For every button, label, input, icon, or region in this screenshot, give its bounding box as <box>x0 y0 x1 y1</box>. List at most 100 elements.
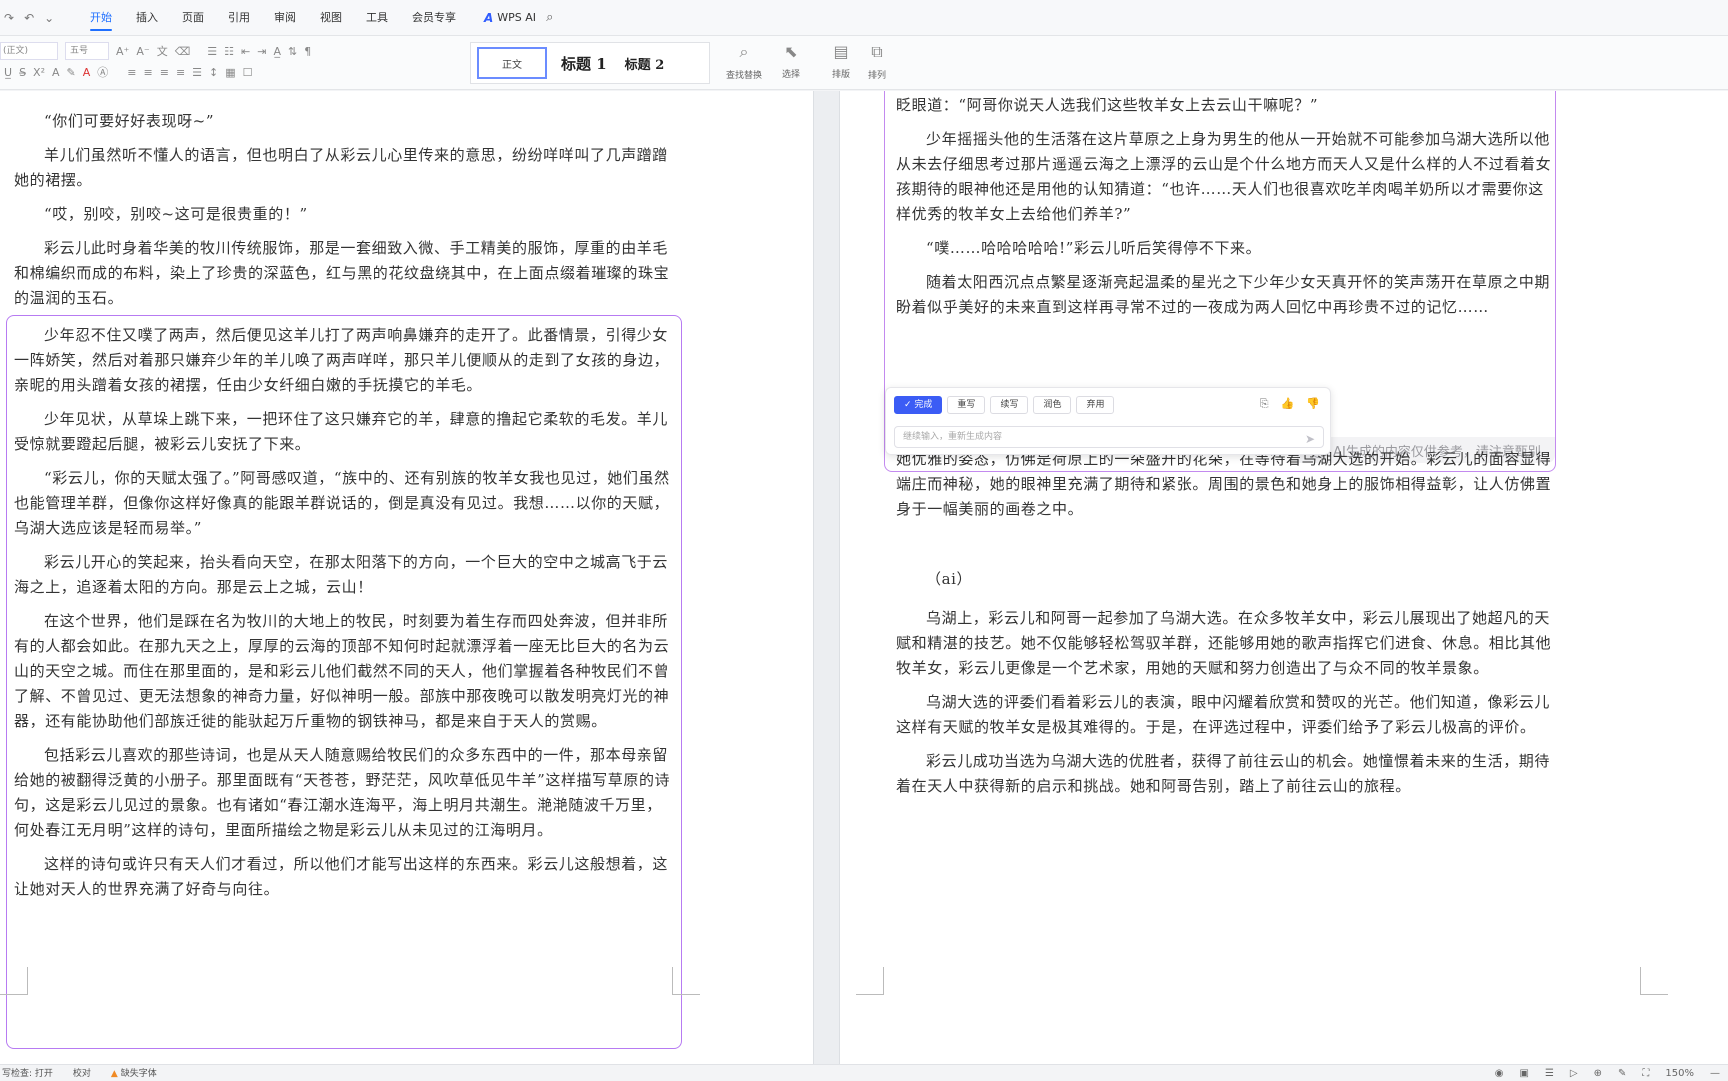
tab-view[interactable]: 视图 <box>308 0 354 36</box>
ai-action-panel: ✓ 完成 重写 续写 润色 弃用 ⎘ 👍 👎 继续输入，重新生成内容 ➤ <box>885 387 1331 455</box>
arrange-button[interactable]: ⧉ 排列 <box>868 42 886 81</box>
line-spacing-icon[interactable]: ↕ <box>209 66 218 79</box>
chevron-down-icon[interactable]: ⌄ <box>44 11 54 25</box>
proofread-button[interactable]: 校对 <box>73 1066 91 1079</box>
search-icon[interactable]: ⌕ <box>546 10 553 25</box>
tab-home[interactable]: 开始 <box>78 0 124 36</box>
web-view-icon[interactable]: ⊕ <box>1594 1068 1602 1079</box>
layout-label: 排版 <box>832 70 851 80</box>
page-corner-mark <box>1640 967 1668 995</box>
zoom-level[interactable]: 150% <box>1665 1068 1694 1079</box>
paragraph: 眨眼道：“阿哥你说天人选我们这些牧羊女上去云山干嘛呢？” <box>896 96 1319 114</box>
play-icon[interactable]: ▷ <box>1570 1068 1578 1079</box>
ai-feedback-icons: ⎘ 👍 👎 <box>1260 397 1320 411</box>
ai-polish-button[interactable]: 润色 <box>1033 396 1072 414</box>
increase-indent-icon[interactable]: ⇥ <box>257 45 266 58</box>
grow-font-icon[interactable]: A⁺ <box>116 45 129 58</box>
phonetic-icon[interactable]: 文 <box>157 43 168 59</box>
ai-discard-button[interactable]: 弃用 <box>1076 396 1115 414</box>
missing-font-label: 缺失字体 <box>120 1069 157 1079</box>
layout-button[interactable]: ▤ 排版 <box>832 42 850 80</box>
tab-tools[interactable]: 工具 <box>354 0 400 36</box>
style-normal[interactable]: 正文 <box>477 47 547 79</box>
font-size-select[interactable]: 五号 <box>65 42 109 60</box>
strikethrough-icon[interactable]: S̶ <box>19 66 26 79</box>
status-bar: 写检查: 打开 校对 ▲ 缺失字体 ◉ ▣ ☰ ▷ ⊕ ✎ ⛶ 150% — <box>0 1064 1728 1080</box>
align-left-icon[interactable]: ≡ <box>127 66 136 79</box>
page-corner-mark <box>672 967 700 995</box>
ai-prompt-input[interactable]: 继续输入，重新生成内容 ➤ <box>894 426 1324 448</box>
font-row: (正文) 五号 A⁺ A⁻ 文 ⌫ ☰ ☷ ⇤ ⇥ A̲ ⇅ ¶ <box>0 42 311 60</box>
copy-icon[interactable]: ⎘ <box>1260 397 1269 411</box>
distributed-icon[interactable]: ☰ <box>192 66 202 79</box>
tab-member[interactable]: 会员专享 <box>400 0 468 36</box>
status-left: 写检查: 打开 校对 ▲ 缺失字体 <box>0 1066 157 1079</box>
paragraph: 乌湖大选的评委们看着彩云儿的表演，眼中闪耀着欣赏和赞叹的光芒。他们知道，像彩云儿… <box>896 693 1551 736</box>
chinese-layout-icon[interactable]: A̲ <box>273 45 281 58</box>
zoom-out-icon[interactable]: — <box>1710 1068 1720 1079</box>
menu-bar: ↷ ↶ ⌄ 开始 插入 页面 引用 审阅 视图 工具 会员专享 A WPS AI… <box>0 0 1728 36</box>
border-icon[interactable]: ☐ <box>243 66 253 79</box>
thumbs-down-icon[interactable]: 👎 <box>1306 397 1320 411</box>
justify-icon[interactable]: ≡ <box>176 66 185 79</box>
paragraph: 彩云儿开心的笑起来，抬头看向天空，在那太阳落下的方向，一个巨大的空中之城高飞于云… <box>14 553 669 596</box>
tab-review[interactable]: 审阅 <box>262 0 308 36</box>
numbered-list-icon[interactable]: ☷ <box>224 45 234 58</box>
send-icon[interactable]: ➤ <box>1305 429 1315 449</box>
missing-font-indicator[interactable]: ▲ 缺失字体 <box>111 1066 157 1079</box>
underline-icon[interactable]: U̲ <box>4 66 12 79</box>
align-center-icon[interactable]: ≡ <box>144 66 153 79</box>
superscript-icon[interactable]: X² <box>33 66 45 79</box>
outline-view-icon[interactable]: ☰ <box>1545 1068 1554 1079</box>
style-heading-1[interactable]: 标题 1 <box>553 53 615 74</box>
select-button[interactable]: ⬉ 选择 <box>782 42 800 80</box>
ai-continue-button[interactable]: 续写 <box>990 396 1029 414</box>
status-right: ◉ ▣ ☰ ▷ ⊕ ✎ ⛶ 150% — <box>1495 1065 1720 1081</box>
format-row: U̲ S̶ X² A ✎ A Ⓐ ≡ ≡ ≡ ≡ ☰ ↕ ▦ ☐ <box>4 64 253 80</box>
pen-icon[interactable]: ✎ <box>1618 1068 1626 1079</box>
paragraph: 少年摇摇头他的生活落在这片草原之上身为男生的他从一开始就不可能参加乌湖大选所以他… <box>896 130 1552 223</box>
page-gap <box>813 91 840 1064</box>
tab-references[interactable]: 引用 <box>216 0 262 36</box>
thumbs-up-icon[interactable]: 👍 <box>1281 397 1295 411</box>
paragraph: 彩云儿此时身着华美的牧川传统服饰，那是一套细致入微、手工精美的服饰，厚重的由羊毛… <box>14 239 670 307</box>
page-view-icon[interactable]: ▣ <box>1520 1068 1529 1079</box>
right-page-text: 她优雅的姿态，仿佛是荷原上的一朵盛开的花朵，在等待着乌湖大选的开始。彩云儿的面容… <box>896 447 1552 531</box>
find-icon: ⌕ <box>739 42 749 61</box>
find-replace-button[interactable]: ⌕ 查找替换 <box>726 42 762 81</box>
ai-prompt-placeholder: 继续输入，重新生成内容 <box>903 432 1003 442</box>
undo-icon[interactable]: ↶ <box>24 11 34 25</box>
tab-page[interactable]: 页面 <box>170 0 216 36</box>
highlight-icon[interactable]: ✎ <box>67 66 76 79</box>
redo-icon[interactable]: ↷ <box>4 11 14 25</box>
bullet-list-icon[interactable]: ☰ <box>207 45 217 58</box>
spellcheck-status[interactable]: 写检查: 打开 <box>2 1066 53 1079</box>
wps-ai-button[interactable]: A WPS AI <box>468 11 546 25</box>
font-color-icon[interactable]: A <box>83 66 91 79</box>
ai-frame-text: 少年忍不住又噗了两声，然后便见这羊儿打了两声响鼻嫌弃的走开了。此番情景，引得少女… <box>14 323 674 911</box>
shading-icon[interactable]: ▦ <box>225 66 235 79</box>
tab-insert[interactable]: 插入 <box>124 0 170 36</box>
fit-icon[interactable]: ⛶ <box>1642 1068 1649 1079</box>
align-right-icon[interactable]: ≡ <box>160 66 169 79</box>
sort-icon[interactable]: ⇅ <box>288 45 297 58</box>
font-name-select[interactable]: (正文) <box>0 42 58 60</box>
find-replace-label: 查找替换 <box>726 71 763 81</box>
char-border-icon[interactable]: Ⓐ <box>97 64 108 80</box>
eye-icon[interactable]: ◉ <box>1495 1068 1504 1079</box>
paragraph: 少年忍不住又噗了两声，然后便见这羊儿打了两声响鼻嫌弃的走开了。此番情景，引得少女… <box>14 326 670 394</box>
wps-ai-label: WPS AI <box>497 11 537 24</box>
ribbon: (正文) 五号 A⁺ A⁻ 文 ⌫ ☰ ☷ ⇤ ⇥ A̲ ⇅ ¶ U̲ S̶ X… <box>0 36 1728 90</box>
paragraph: 随着太阳西沉点点繁星逐渐亮起温柔的星光之下少年少女天真开怀的笑声荡开在草原之中期… <box>896 273 1551 316</box>
text-effect-icon[interactable]: A <box>52 66 60 79</box>
shrink-font-icon[interactable]: A⁻ <box>136 45 149 58</box>
show-marks-icon[interactable]: ¶ <box>304 45 311 58</box>
ai-complete-button[interactable]: ✓ 完成 <box>894 396 943 414</box>
arrange-icon: ⧉ <box>871 42 883 61</box>
style-heading-2[interactable]: 标题 2 <box>621 54 669 73</box>
paragraph: 在这个世界，他们是踩在名为牧川的大地上的牧民，时刻要为着生存而四处奔波，但并非所… <box>14 612 670 730</box>
ai-action-buttons: ✓ 完成 重写 续写 润色 弃用 <box>894 396 1115 414</box>
clear-format-icon[interactable]: ⌫ <box>175 45 191 58</box>
decrease-indent-icon[interactable]: ⇤ <box>241 45 250 58</box>
ai-rewrite-button[interactable]: 重写 <box>947 396 986 414</box>
